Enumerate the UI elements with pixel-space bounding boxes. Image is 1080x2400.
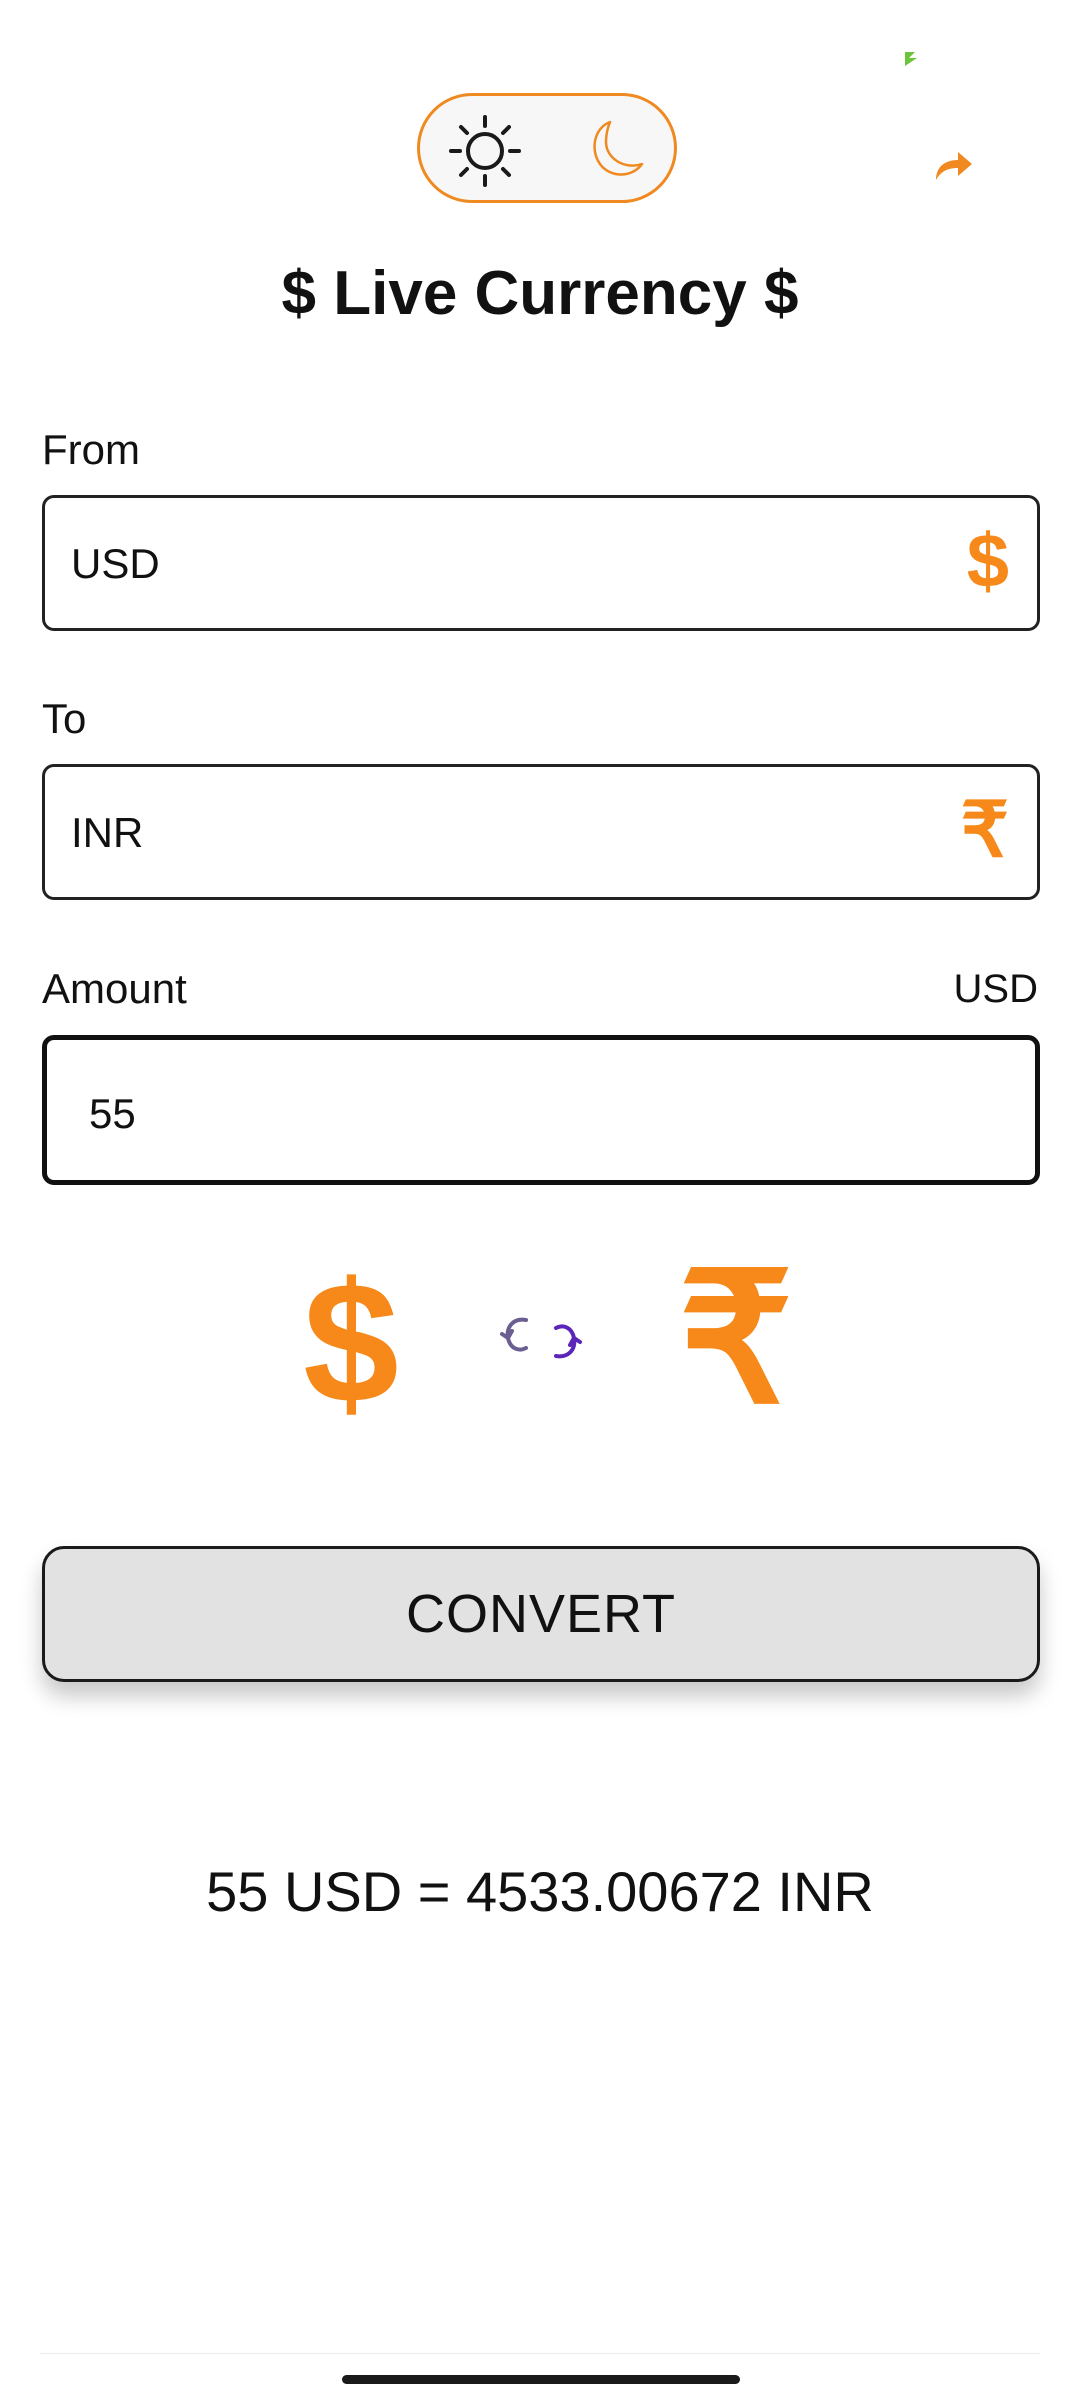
home-indicator[interactable] [342, 2375, 740, 2384]
sun-icon[interactable] [448, 114, 522, 188]
nav-divider [40, 2353, 1040, 2354]
to-label: To [42, 695, 87, 742]
convert-button[interactable]: CONVERT [42, 1546, 1040, 1682]
to-currency-value: INR [71, 809, 144, 856]
dollar-icon: $ [966, 519, 1009, 604]
currency-converter-screen: $ Live Currency $ From USD $ To INR ₹ Am… [0, 0, 1080, 2400]
to-symbol-rupee-icon: ₹ [678, 1239, 794, 1440]
to-currency-select[interactable]: INR ₹ [42, 764, 1040, 900]
amount-field[interactable] [42, 1035, 1040, 1185]
swap-arrows-icon[interactable] [478, 1308, 604, 1368]
page-title: $ Live Currency $ [281, 259, 799, 328]
rupee-icon: ₹ [960, 788, 1009, 873]
from-symbol-dollar-icon: $ [303, 1247, 399, 1439]
amount-input[interactable] [87, 1085, 971, 1143]
from-label: From [42, 426, 140, 473]
from-currency-select[interactable]: USD $ [42, 495, 1040, 631]
amount-currency-label: USD [953, 967, 1038, 1011]
conversion-result: 55 USD = 4533.00672 INR [206, 1860, 874, 1923]
amount-label: Amount [42, 965, 187, 1012]
status-indicator-icon [905, 52, 917, 66]
from-currency-value: USD [71, 540, 160, 587]
moon-icon[interactable] [580, 114, 650, 184]
theme-toggle[interactable] [417, 93, 677, 203]
share-arrow-icon[interactable] [932, 148, 976, 184]
